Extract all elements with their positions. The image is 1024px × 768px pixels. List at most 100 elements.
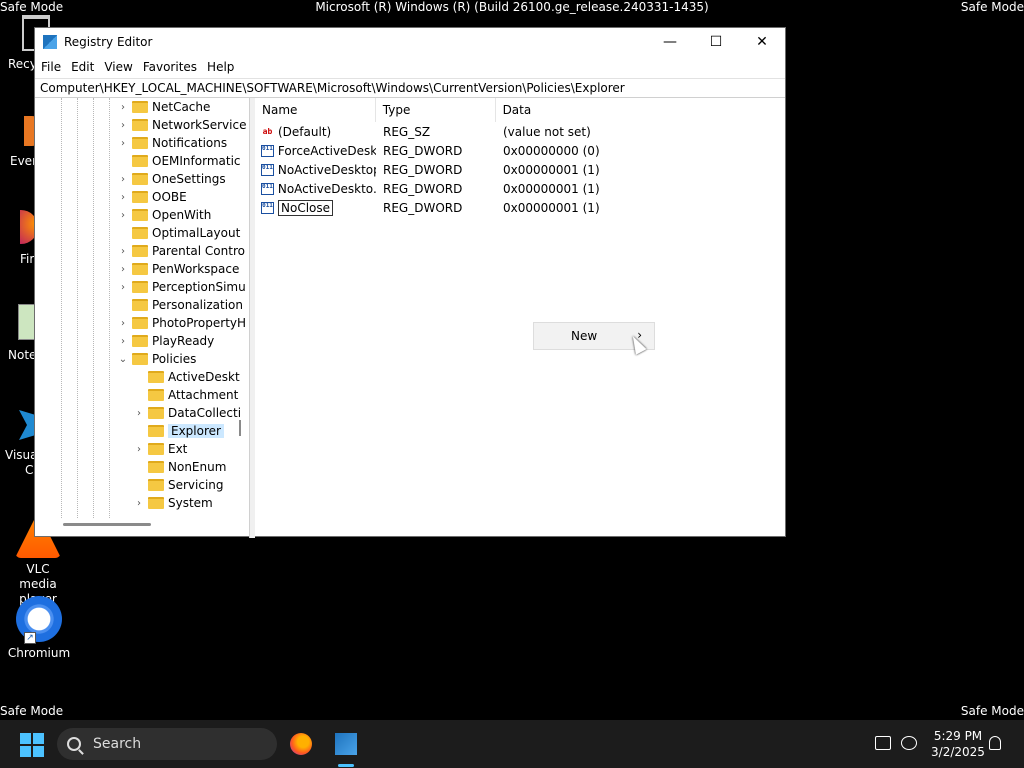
chevron-right-icon[interactable]: › bbox=[117, 318, 129, 329]
windows-logo-icon bbox=[33, 746, 44, 757]
desktop-icon-chromium[interactable]: ↗ Chromium bbox=[1, 596, 77, 661]
chevron-right-icon[interactable]: › bbox=[133, 444, 145, 455]
context-menu-item-new[interactable]: New bbox=[571, 329, 597, 343]
value-type-cell: REG_DWORD bbox=[383, 200, 463, 215]
minimize-button[interactable]: — bbox=[647, 28, 693, 56]
chevron-right-icon[interactable]: › bbox=[117, 192, 129, 203]
desktop-icon-label: Chromium bbox=[7, 646, 71, 660]
folder-icon bbox=[132, 191, 148, 203]
folder-icon bbox=[132, 209, 148, 221]
folder-icon bbox=[132, 245, 148, 257]
chevron-right-icon[interactable]: › bbox=[117, 120, 129, 131]
tree-item-label: NonEnum bbox=[168, 460, 227, 474]
value-row[interactable]: 011ForceActiveDesk... REG_DWORD 0x00000000… bbox=[255, 141, 785, 160]
chevron-down-icon[interactable]: ⌄ bbox=[117, 354, 129, 365]
window-title: Registry Editor bbox=[64, 35, 153, 49]
folder-icon bbox=[132, 299, 148, 311]
menu-help[interactable]: Help bbox=[205, 60, 242, 74]
tree-item[interactable]: › PerceptionSimu bbox=[117, 278, 246, 296]
title-bar[interactable]: Registry Editor — ☐ ✕ bbox=[35, 28, 785, 56]
tree-item[interactable]: Personalization bbox=[117, 296, 243, 314]
tree-item-label: OneSettings bbox=[152, 172, 226, 186]
chevron-right-icon[interactable]: › bbox=[117, 264, 129, 275]
taskbar-search[interactable]: Search bbox=[57, 728, 277, 760]
tree-guide-line bbox=[109, 98, 110, 518]
value-data-cell: (value not set) bbox=[503, 124, 591, 139]
list-header: Name Type Data bbox=[255, 97, 785, 122]
taskbar-registry-editor[interactable] bbox=[330, 728, 362, 760]
value-row[interactable]: 011 NoActiveDesktop REG_DWORD 0x00000001 (1… bbox=[255, 160, 785, 179]
desktop-icon-label: Note bbox=[8, 348, 37, 362]
chevron-right-icon[interactable]: › bbox=[117, 174, 129, 185]
tree-item[interactable]: › DataCollecti bbox=[133, 404, 241, 422]
column-header-data[interactable]: Data bbox=[496, 98, 785, 122]
tree-item[interactable]: OEMInformatic bbox=[117, 152, 241, 170]
search-icon bbox=[67, 737, 81, 751]
tree-item[interactable]: › Notifications bbox=[117, 134, 227, 152]
tree-horizontal-scrollbar[interactable] bbox=[63, 523, 151, 526]
tree-item[interactable]: › OpenWith bbox=[117, 206, 211, 224]
tree-item[interactable]: › PlayReady bbox=[117, 332, 214, 350]
menu-favorites[interactable]: Favorites bbox=[141, 60, 205, 74]
shortcut-arrow-icon: ↗ bbox=[24, 632, 36, 644]
close-button[interactable]: ✕ bbox=[739, 28, 785, 56]
clock[interactable]: 5:29 PM 3/2/2025 bbox=[918, 728, 998, 760]
start-button[interactable] bbox=[20, 733, 44, 757]
tree-item[interactable]: OptimalLayout bbox=[117, 224, 240, 242]
menu-edit[interactable]: Edit bbox=[69, 60, 102, 74]
tree-vertical-scrollbar[interactable] bbox=[239, 420, 241, 436]
value-row[interactable]: 011 NoClose REG_DWORD 0x00000001 (1) bbox=[255, 198, 785, 217]
tree-item-label: Notifications bbox=[152, 136, 228, 150]
chevron-right-icon[interactable]: › bbox=[117, 336, 129, 347]
tree-guide-line bbox=[77, 98, 78, 518]
chevron-right-icon[interactable]: › bbox=[133, 408, 145, 419]
search-placeholder: Search bbox=[93, 736, 142, 752]
tree-item[interactable]: Attachment bbox=[133, 386, 238, 404]
chevron-right-icon[interactable]: › bbox=[117, 246, 129, 257]
tree-item[interactable]: › OneSettings bbox=[117, 170, 226, 188]
taskbar-firefox[interactable] bbox=[285, 728, 317, 760]
address-bar[interactable]: Computer\HKEY_LOCAL_MACHINE\SOFTWARE\Mic… bbox=[35, 78, 785, 98]
notifications-icon[interactable] bbox=[989, 736, 1001, 750]
tree-guide-line bbox=[61, 98, 62, 518]
tree-item[interactable]: NonEnum bbox=[133, 458, 226, 476]
menu-file[interactable]: File bbox=[39, 60, 69, 74]
tree-item[interactable]: › PhotoPropertyH bbox=[117, 314, 246, 332]
tree-item[interactable]: › PenWorkspace bbox=[117, 260, 239, 278]
menu-view[interactable]: View bbox=[102, 60, 140, 74]
chevron-right-icon[interactable]: › bbox=[117, 138, 129, 149]
key-tree[interactable]: › NetCache › NetworkService › Notifications OE… bbox=[35, 98, 250, 538]
network-icon[interactable] bbox=[875, 736, 891, 750]
rename-field[interactable]: NoClose bbox=[278, 199, 334, 216]
value-type-cell: REG_DWORD bbox=[383, 181, 463, 196]
tree-item[interactable]: › NetworkService bbox=[117, 116, 246, 134]
windows-logo-icon bbox=[20, 746, 31, 757]
tree-item-label: PhotoPropertyH bbox=[152, 316, 247, 330]
tree-item[interactable]: Explorer bbox=[133, 422, 224, 440]
chevron-right-icon[interactable]: › bbox=[133, 498, 145, 509]
value-row[interactable]: ab (Default) REG_SZ (value not set) bbox=[255, 122, 785, 141]
values-list[interactable]: Name Type Data ab (Default) REG_SZ (value n… bbox=[255, 97, 785, 538]
tree-item[interactable]: › System bbox=[133, 494, 213, 512]
chevron-right-icon[interactable]: › bbox=[117, 102, 129, 113]
tree-item-label: Explorer bbox=[168, 424, 224, 438]
tree-item[interactable]: ActiveDeskt bbox=[133, 368, 240, 386]
tree-item[interactable]: ⌄ Policies bbox=[117, 350, 197, 368]
tree-item[interactable]: Servicing bbox=[133, 476, 224, 494]
tree-item[interactable]: › NetCache bbox=[117, 98, 210, 116]
value-row[interactable]: 011 NoActiveDeskto... REG_DWORD 0x00000001 … bbox=[255, 179, 785, 198]
tree-item-label: OOBE bbox=[152, 190, 187, 204]
column-header-type[interactable]: Type bbox=[376, 97, 496, 122]
chevron-right-icon[interactable]: › bbox=[117, 210, 129, 221]
value-name: (Default) bbox=[278, 124, 332, 139]
tree-item[interactable]: › Parental Contro bbox=[117, 242, 245, 260]
menu-bar: File Edit View Favorites Help bbox=[35, 56, 785, 78]
tree-item[interactable]: › OOBE bbox=[117, 188, 187, 206]
safe-mode-label: Safe Mode bbox=[960, 704, 1024, 718]
column-header-name[interactable]: Name bbox=[255, 97, 376, 122]
chevron-right-icon[interactable]: › bbox=[117, 282, 129, 293]
tree-item[interactable]: › Ext bbox=[133, 440, 187, 458]
volume-muted-icon[interactable] bbox=[901, 736, 917, 750]
maximize-button[interactable]: ☐ bbox=[693, 28, 739, 56]
folder-icon bbox=[148, 497, 164, 509]
